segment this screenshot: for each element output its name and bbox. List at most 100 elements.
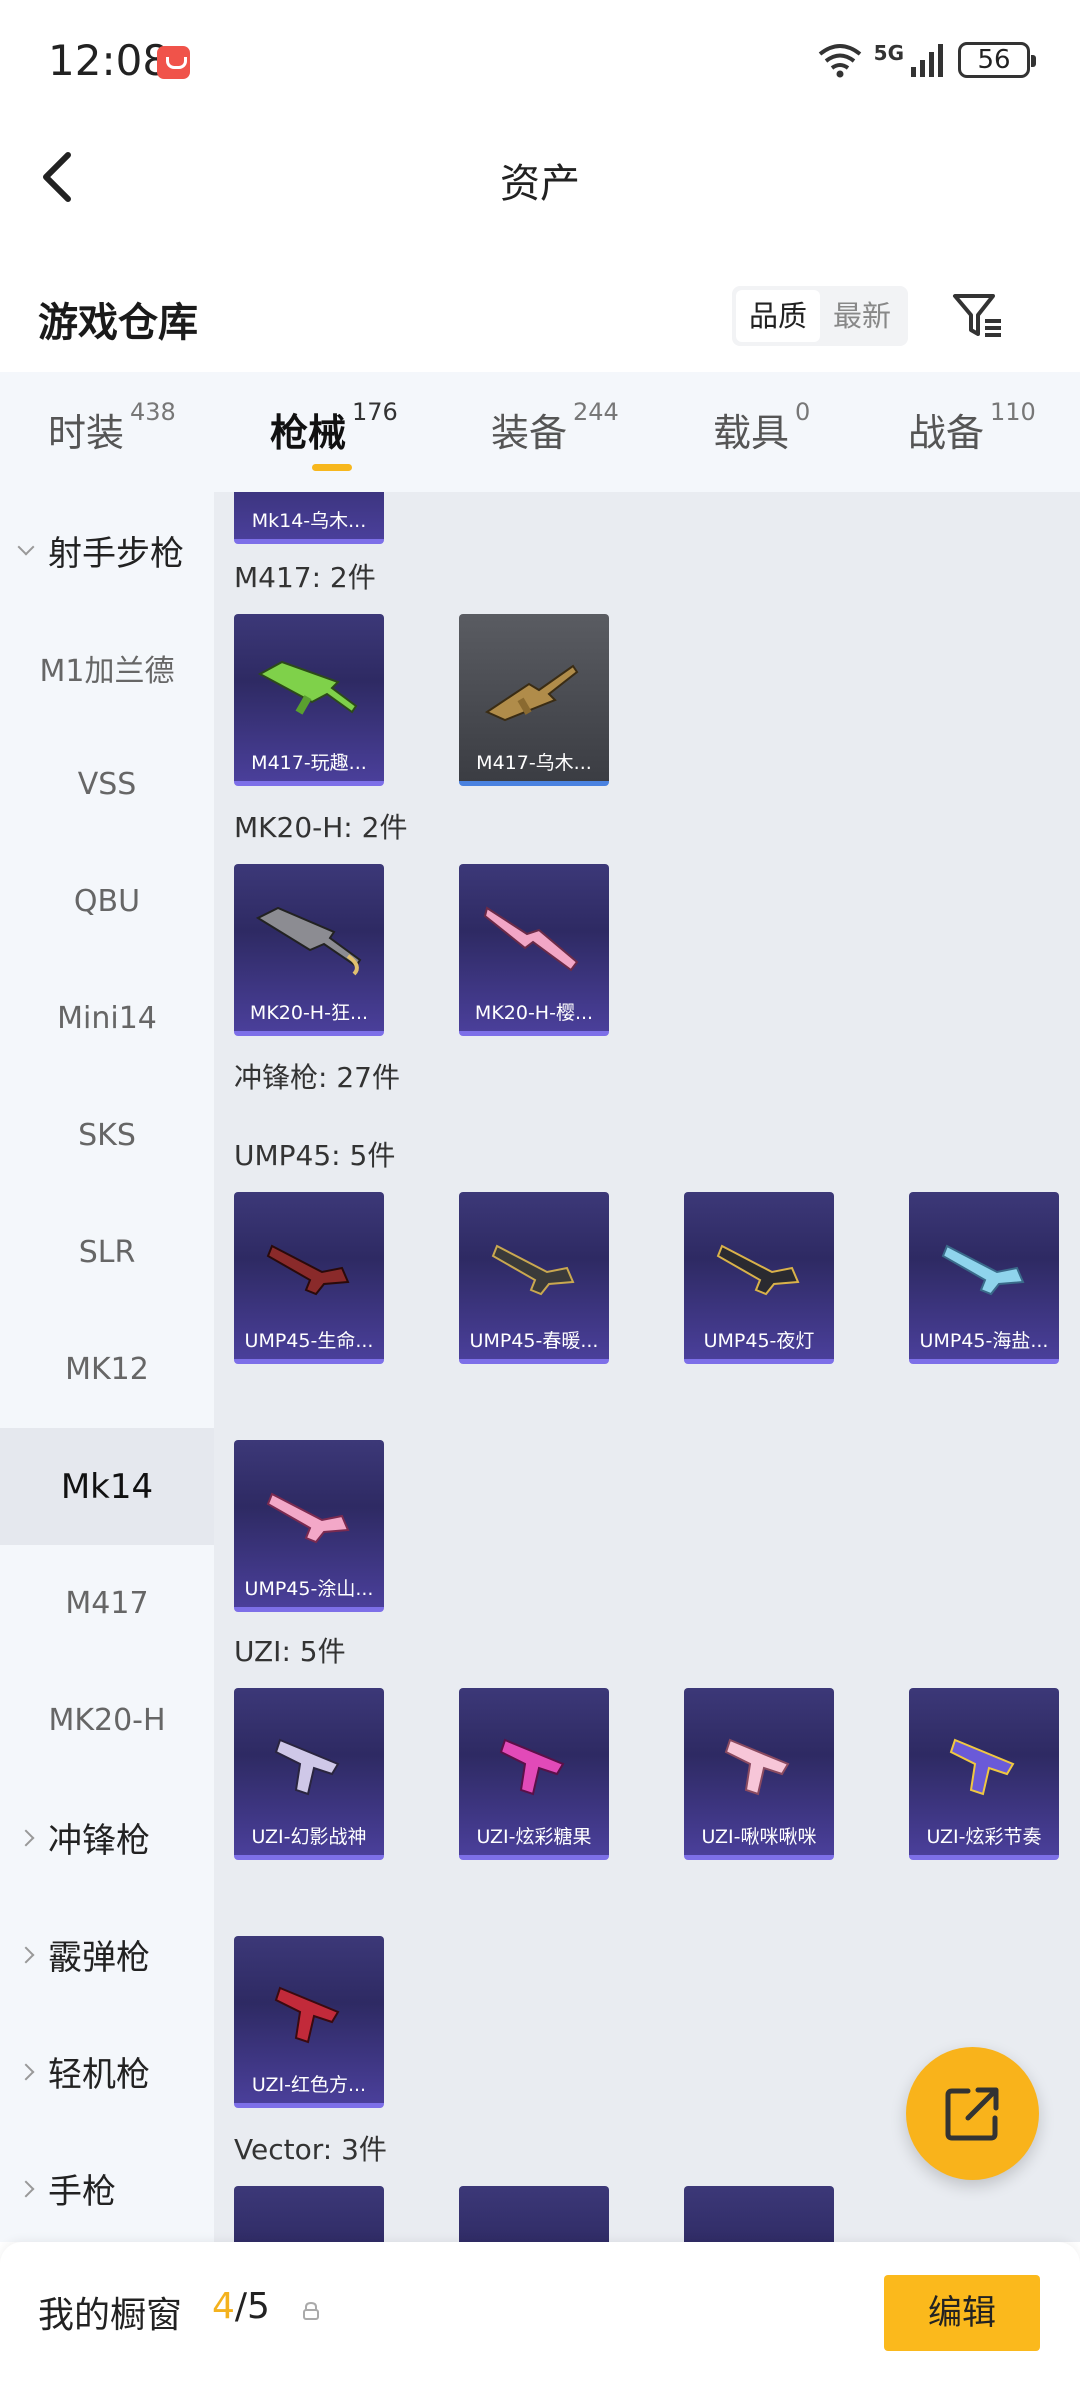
- network-type-label: 5G: [873, 41, 904, 65]
- tab-guns[interactable]: 枪械 176: [270, 398, 398, 457]
- sort-toggle: 品质 最新: [732, 286, 908, 346]
- sidebar-item-sks[interactable]: SKS: [0, 1077, 214, 1194]
- item-card[interactable]: UZI-幻影战神: [234, 1688, 384, 1860]
- section-label-smg: 冲锋枪: 27件: [234, 1061, 400, 1094]
- uzi-icon: [499, 1738, 565, 1796]
- active-tab-indicator: [312, 464, 352, 471]
- weapon-type-sidebar: 射手步枪 M1加兰德 VSS QBU Mini14 SKS SLR MK12 M…: [0, 492, 214, 2242]
- item-card[interactable]: UZI-炫彩糖果: [459, 1688, 609, 1860]
- sidebar-group-dmr[interactable]: 射手步枪: [0, 492, 214, 609]
- status-bar: 12:08 5G 56: [0, 0, 1080, 125]
- sidebar-item-mk20h[interactable]: MK20-H: [0, 1662, 214, 1779]
- item-card[interactable]: UMP45-生命...: [234, 1192, 384, 1364]
- edit-button[interactable]: 编辑: [884, 2275, 1040, 2351]
- chevron-right-icon: [17, 1946, 35, 1963]
- wifi-icon: [818, 44, 861, 78]
- item-card[interactable]: UZI-红色方...: [234, 1936, 384, 2108]
- item-card[interactable]: UMP45-涂山...: [234, 1440, 384, 1612]
- smg-icon: [252, 2226, 367, 2242]
- tab-vehicles[interactable]: 载具 0: [713, 398, 810, 457]
- showcase-label: 我的橱窗: [38, 2295, 183, 2336]
- sidebar-item-slr[interactable]: SLR: [0, 1194, 214, 1311]
- item-name: M417-乌木...: [476, 752, 592, 774]
- sidebar-item-m417[interactable]: M417: [0, 1545, 214, 1662]
- page-title: 资产: [500, 161, 580, 207]
- status-icons: 5G 56: [818, 38, 1036, 82]
- tab-count: 176: [352, 398, 398, 426]
- item-card[interactable]: UMP45-海盐...: [909, 1192, 1059, 1364]
- item-card[interactable]: UZI-啾咪啾咪: [684, 1688, 834, 1860]
- sort-newest-button[interactable]: 最新: [820, 290, 904, 342]
- sidebar-item-label: 霰弹枪: [48, 1938, 150, 1978]
- sidebar-item-mk14[interactable]: Mk14: [0, 1428, 214, 1545]
- item-card[interactable]: [459, 2186, 609, 2242]
- section-label-uzi: UZI: 5件: [234, 1635, 346, 1668]
- item-card[interactable]: UMP45-夜灯: [684, 1192, 834, 1364]
- uzi-icon: [949, 1738, 1015, 1796]
- smg-icon: [491, 1244, 575, 1296]
- tab-supplies[interactable]: 战备 110: [908, 398, 1036, 457]
- item-name: UMP45-春暖...: [469, 1330, 599, 1352]
- sidebar-item-label: M1加兰德: [39, 653, 175, 689]
- sidebar-item-label: 手枪: [48, 2172, 116, 2212]
- uzi-icon: [274, 1738, 340, 1796]
- sidebar-group-pistol[interactable]: 手枪: [0, 2130, 214, 2247]
- filter-icon[interactable]: [950, 288, 1006, 344]
- sidebar-group-lmg[interactable]: 轻机枪: [0, 2013, 214, 2130]
- sort-quality-button[interactable]: 品质: [736, 290, 820, 342]
- sidebar-item-qbu[interactable]: QBU: [0, 843, 214, 960]
- tab-fashion[interactable]: 时装 438: [48, 398, 176, 457]
- section-label-vector: Vector: 3件: [234, 2133, 387, 2166]
- tab-label: 载具: [713, 411, 790, 455]
- item-name: UMP45-夜灯: [703, 1330, 815, 1352]
- item-card[interactable]: UZI-炫彩节奏: [909, 1688, 1059, 1860]
- showcase-bar: 我的橱窗 4/5 编辑: [0, 2242, 1080, 2381]
- nav-bar: 资产: [0, 125, 1080, 230]
- sidebar-item-label: Mini14: [57, 1001, 157, 1036]
- signal-icon: [911, 44, 943, 77]
- smg-icon: [941, 1244, 1025, 1296]
- category-tabs: 时装 438 枪械 176 装备 244 载具 0 战备 110: [0, 372, 1080, 492]
- smg-icon: [477, 2226, 592, 2242]
- lock-icon: [303, 2302, 319, 2320]
- sidebar-item-label: Mk14: [60, 1466, 154, 1507]
- showcase-total: /5: [234, 2286, 270, 2327]
- item-card[interactable]: MK20-H-狂...: [234, 864, 384, 1036]
- warehouse-title: 游戏仓库: [38, 300, 198, 346]
- sidebar-item-label: SLR: [78, 1235, 136, 1270]
- tab-label: 枪械: [270, 411, 347, 455]
- sidebar-item-label: QBU: [73, 884, 141, 919]
- sidebar-item-mk12[interactable]: MK12: [0, 1311, 214, 1428]
- item-name: UZI-幻影战神: [251, 1826, 367, 1848]
- sidebar-item-m1-garand[interactable]: M1加兰德: [0, 609, 214, 726]
- share-fab-button[interactable]: [906, 2047, 1039, 2180]
- share-icon: [945, 2087, 999, 2141]
- item-card[interactable]: Mk14-乌木...: [234, 492, 384, 544]
- sidebar-group-smg[interactable]: 冲锋枪: [0, 1779, 214, 1896]
- warehouse-header: 游戏仓库 品质 最新: [0, 270, 1080, 370]
- item-card[interactable]: M417-玩趣...: [234, 614, 384, 786]
- sidebar-item-vss[interactable]: VSS: [0, 726, 214, 843]
- tab-label: 时装: [48, 411, 125, 455]
- smg-icon: [702, 2226, 817, 2242]
- chevron-down-icon: [17, 538, 35, 555]
- item-card[interactable]: [234, 2186, 384, 2242]
- tab-count: 110: [990, 398, 1036, 426]
- item-name: UZI-啾咪啾咪: [701, 1826, 817, 1848]
- item-name: UMP45-涂山...: [244, 1578, 374, 1600]
- tab-equipment[interactable]: 装备 244: [491, 398, 619, 457]
- sidebar-group-shotgun[interactable]: 霰弹枪: [0, 1896, 214, 2013]
- smg-icon: [266, 1244, 350, 1296]
- item-card[interactable]: M417-乌木...: [459, 614, 609, 786]
- app-notification-icon: [157, 46, 190, 79]
- sidebar-item-mini14[interactable]: Mini14: [0, 960, 214, 1077]
- item-card[interactable]: UMP45-春暖...: [459, 1192, 609, 1364]
- item-card[interactable]: MK20-H-樱...: [459, 864, 609, 1036]
- item-card[interactable]: [684, 2186, 834, 2242]
- item-grid: Mk14-乌木... M417: 2件 M417-玩趣... M417-乌木..…: [214, 492, 1080, 2242]
- item-name: MK20-H-狂...: [249, 1002, 369, 1024]
- rifle-icon: [255, 906, 362, 976]
- tab-count: 0: [795, 398, 811, 426]
- section-label-m417: M417: 2件: [234, 561, 376, 594]
- tab-count: 244: [573, 398, 619, 426]
